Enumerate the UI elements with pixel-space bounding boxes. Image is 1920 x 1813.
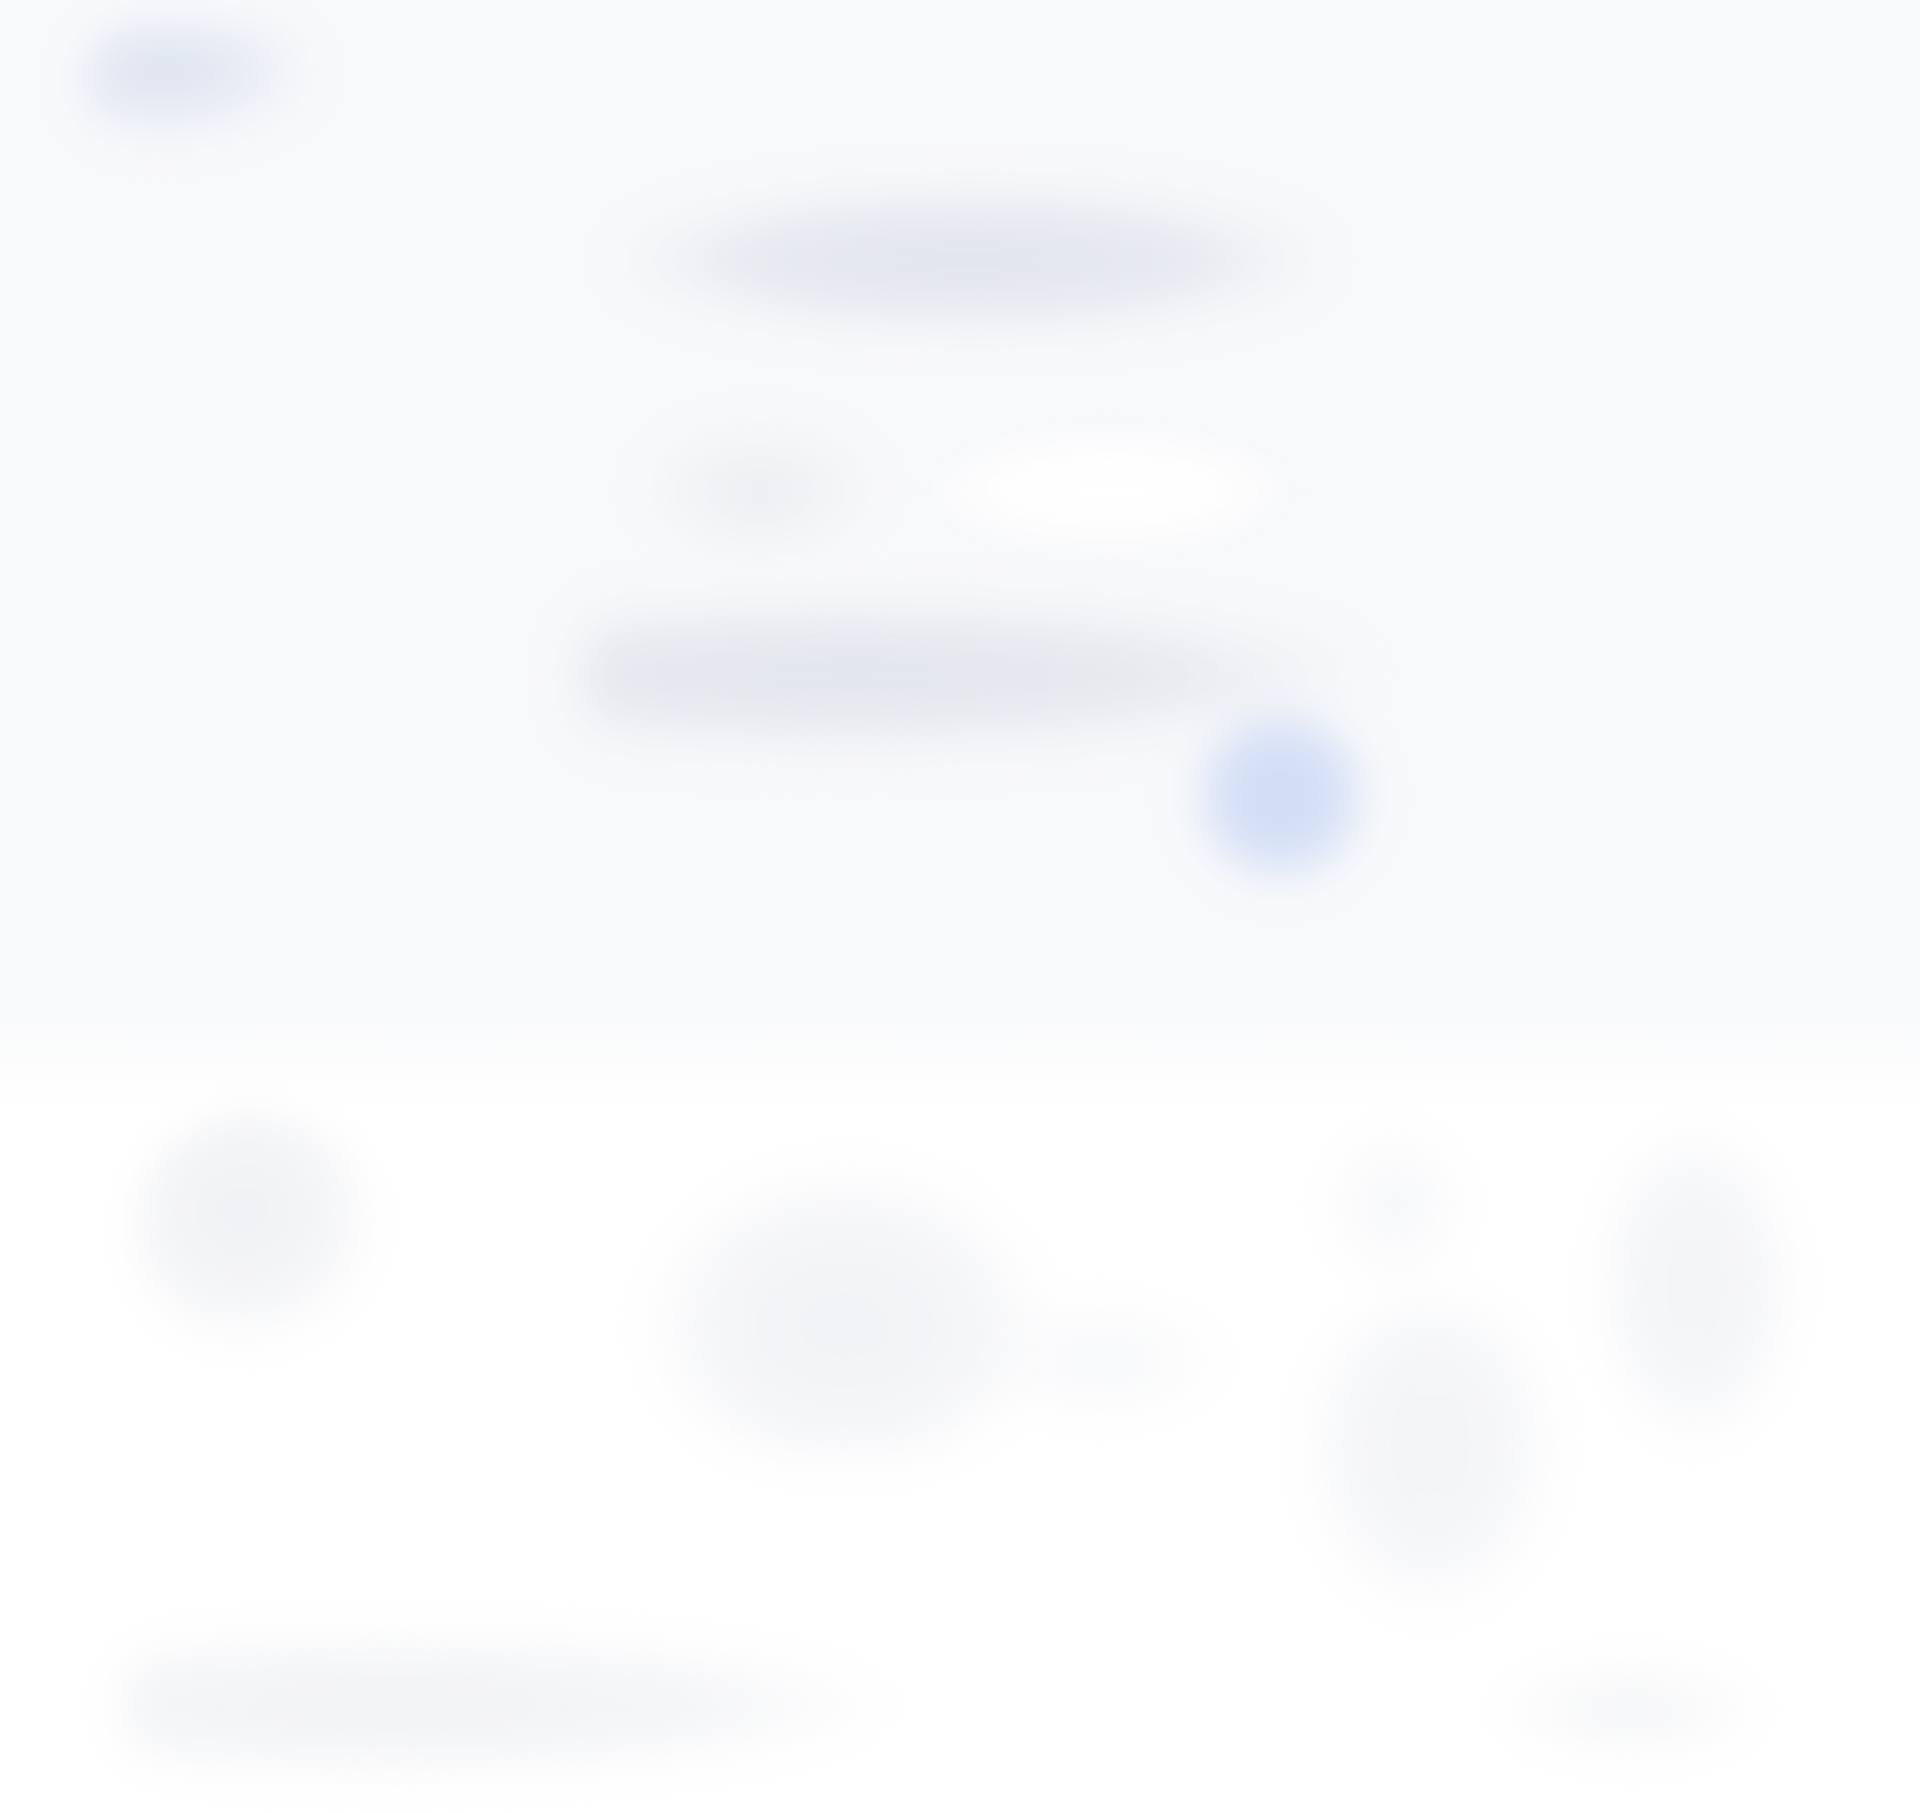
section-fade [0, 1000, 1920, 1110]
blurred-hero-section [0, 0, 1920, 1060]
blurred-side-panel [1590, 1120, 1800, 1450]
blurred-page [0, 0, 1920, 1813]
blurred-footer-right [1480, 1650, 1780, 1770]
blurred-logo [82, 22, 312, 142]
blurred-headline [620, 185, 1320, 335]
blurred-card-text [1300, 1300, 1560, 1620]
blurred-circle-icon[interactable] [1180, 700, 1380, 890]
blurred-card-header [1310, 1110, 1480, 1300]
blurred-card-icon [130, 1110, 380, 1360]
blurred-card-caption [960, 1290, 1240, 1430]
blurred-input-field[interactable] [920, 430, 1300, 550]
blurred-field-label [640, 420, 880, 560]
blurred-footer-left [120, 1630, 900, 1780]
